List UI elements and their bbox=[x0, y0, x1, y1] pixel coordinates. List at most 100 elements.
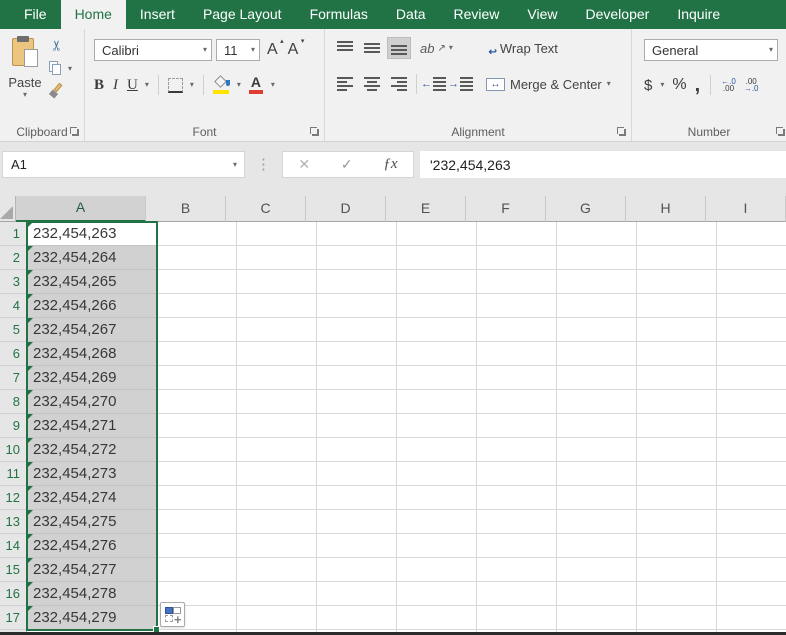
number-format-select[interactable]: General ▾ bbox=[644, 39, 778, 61]
wrap-text-button[interactable]: ↩ Wrap Text bbox=[478, 41, 558, 56]
cell-e4[interactable] bbox=[397, 294, 477, 318]
cell-d13[interactable] bbox=[317, 510, 397, 534]
cell-e8[interactable] bbox=[397, 390, 477, 414]
cell-e13[interactable] bbox=[397, 510, 477, 534]
tab-developer[interactable]: Developer bbox=[572, 0, 664, 29]
cell-i15[interactable] bbox=[717, 558, 786, 582]
cell-c16[interactable] bbox=[237, 582, 317, 606]
row-header-16[interactable]: 16 bbox=[0, 582, 27, 606]
merge-center-button[interactable]: ↔ Merge & Center ▾ bbox=[486, 77, 611, 92]
copy-icon[interactable]: ▾ bbox=[48, 61, 66, 76]
font-color-dropdown-icon[interactable]: ▾ bbox=[271, 81, 275, 89]
cell-g5[interactable] bbox=[557, 318, 637, 342]
cell-d6[interactable] bbox=[317, 342, 397, 366]
cell-f13[interactable] bbox=[477, 510, 557, 534]
column-header-a[interactable]: A bbox=[16, 196, 146, 222]
cell-e7[interactable] bbox=[397, 366, 477, 390]
top-align-button[interactable] bbox=[333, 37, 357, 59]
cell-e9[interactable] bbox=[397, 414, 477, 438]
tab-view[interactable]: View bbox=[513, 0, 571, 29]
cell-f2[interactable] bbox=[477, 246, 557, 270]
cell-a17[interactable]: 232,454,279 bbox=[27, 606, 157, 630]
tab-data[interactable]: Data bbox=[382, 0, 440, 29]
cell-b14[interactable] bbox=[157, 534, 237, 558]
cell-c14[interactable] bbox=[237, 534, 317, 558]
cell-g2[interactable] bbox=[557, 246, 637, 270]
cell-d15[interactable] bbox=[317, 558, 397, 582]
column-header-e[interactable]: E bbox=[386, 196, 466, 222]
cell-i11[interactable] bbox=[717, 462, 786, 486]
cell-g13[interactable] bbox=[557, 510, 637, 534]
cell-g11[interactable] bbox=[557, 462, 637, 486]
row-header-2[interactable]: 2 bbox=[0, 246, 27, 270]
percent-style-button[interactable]: % bbox=[672, 76, 686, 94]
fill-color-dropdown-icon[interactable]: ▾ bbox=[237, 81, 241, 89]
cell-d8[interactable] bbox=[317, 390, 397, 414]
column-header-b[interactable]: B bbox=[146, 196, 226, 222]
cell-e6[interactable] bbox=[397, 342, 477, 366]
cell-b1[interactable] bbox=[157, 222, 237, 246]
column-header-g[interactable]: G bbox=[546, 196, 626, 222]
cell-b3[interactable] bbox=[157, 270, 237, 294]
cell-e1[interactable] bbox=[397, 222, 477, 246]
cell-c9[interactable] bbox=[237, 414, 317, 438]
cell-h15[interactable] bbox=[637, 558, 717, 582]
align-center-button[interactable] bbox=[360, 73, 384, 95]
cell-i2[interactable] bbox=[717, 246, 786, 270]
cell-d5[interactable] bbox=[317, 318, 397, 342]
cell-i7[interactable] bbox=[717, 366, 786, 390]
cell-e15[interactable] bbox=[397, 558, 477, 582]
cell-g6[interactable] bbox=[557, 342, 637, 366]
cell-a2[interactable]: 232,454,264 bbox=[27, 246, 157, 270]
merge-center-dropdown-icon[interactable]: ▾ bbox=[607, 80, 611, 88]
cell-d2[interactable] bbox=[317, 246, 397, 270]
cell-f12[interactable] bbox=[477, 486, 557, 510]
comma-style-button[interactable]: , bbox=[695, 80, 701, 90]
cell-h3[interactable] bbox=[637, 270, 717, 294]
cell-b9[interactable] bbox=[157, 414, 237, 438]
cell-h16[interactable] bbox=[637, 582, 717, 606]
cell-a9[interactable]: 232,454,271 bbox=[27, 414, 157, 438]
row-header-5[interactable]: 5 bbox=[0, 318, 27, 342]
cell-a10[interactable]: 232,454,272 bbox=[27, 438, 157, 462]
increase-font-size-button[interactable]: A ▴ bbox=[264, 41, 281, 59]
cell-i3[interactable] bbox=[717, 270, 786, 294]
row-header-9[interactable]: 9 bbox=[0, 414, 27, 438]
cell-c4[interactable] bbox=[237, 294, 317, 318]
cell-d14[interactable] bbox=[317, 534, 397, 558]
cell-c10[interactable] bbox=[237, 438, 317, 462]
cell-g3[interactable] bbox=[557, 270, 637, 294]
copy-dropdown-icon[interactable]: ▾ bbox=[68, 65, 72, 73]
cell-f14[interactable] bbox=[477, 534, 557, 558]
row-header-4[interactable]: 4 bbox=[0, 294, 27, 318]
orientation-button[interactable]: ab ↗ ▾ bbox=[420, 41, 453, 56]
bottom-align-button[interactable] bbox=[387, 37, 411, 59]
cell-c12[interactable] bbox=[237, 486, 317, 510]
row-header-8[interactable]: 8 bbox=[0, 390, 27, 414]
cell-f11[interactable] bbox=[477, 462, 557, 486]
cell-a13[interactable]: 232,454,275 bbox=[27, 510, 157, 534]
cell-i5[interactable] bbox=[717, 318, 786, 342]
cell-b15[interactable] bbox=[157, 558, 237, 582]
cell-h7[interactable] bbox=[637, 366, 717, 390]
cell-a12[interactable]: 232,454,274 bbox=[27, 486, 157, 510]
cell-i12[interactable] bbox=[717, 486, 786, 510]
row-header-11[interactable]: 11 bbox=[0, 462, 27, 486]
paste-dropdown-icon[interactable]: ▾ bbox=[4, 91, 46, 99]
cell-g10[interactable] bbox=[557, 438, 637, 462]
tab-insert[interactable]: Insert bbox=[126, 0, 189, 29]
cell-a16[interactable]: 232,454,278 bbox=[27, 582, 157, 606]
cell-a15[interactable]: 232,454,277 bbox=[27, 558, 157, 582]
cell-i9[interactable] bbox=[717, 414, 786, 438]
cell-b13[interactable] bbox=[157, 510, 237, 534]
cell-g17[interactable] bbox=[557, 606, 637, 630]
cell-i8[interactable] bbox=[717, 390, 786, 414]
cell-d7[interactable] bbox=[317, 366, 397, 390]
number-format-dropdown-icon[interactable]: ▾ bbox=[769, 46, 773, 54]
decrease-indent-button[interactable]: ← bbox=[422, 77, 446, 91]
accounting-format-button[interactable]: $ bbox=[644, 77, 652, 94]
cell-h17[interactable] bbox=[637, 606, 717, 630]
cell-d3[interactable] bbox=[317, 270, 397, 294]
cell-d12[interactable] bbox=[317, 486, 397, 510]
cell-c1[interactable] bbox=[237, 222, 317, 246]
